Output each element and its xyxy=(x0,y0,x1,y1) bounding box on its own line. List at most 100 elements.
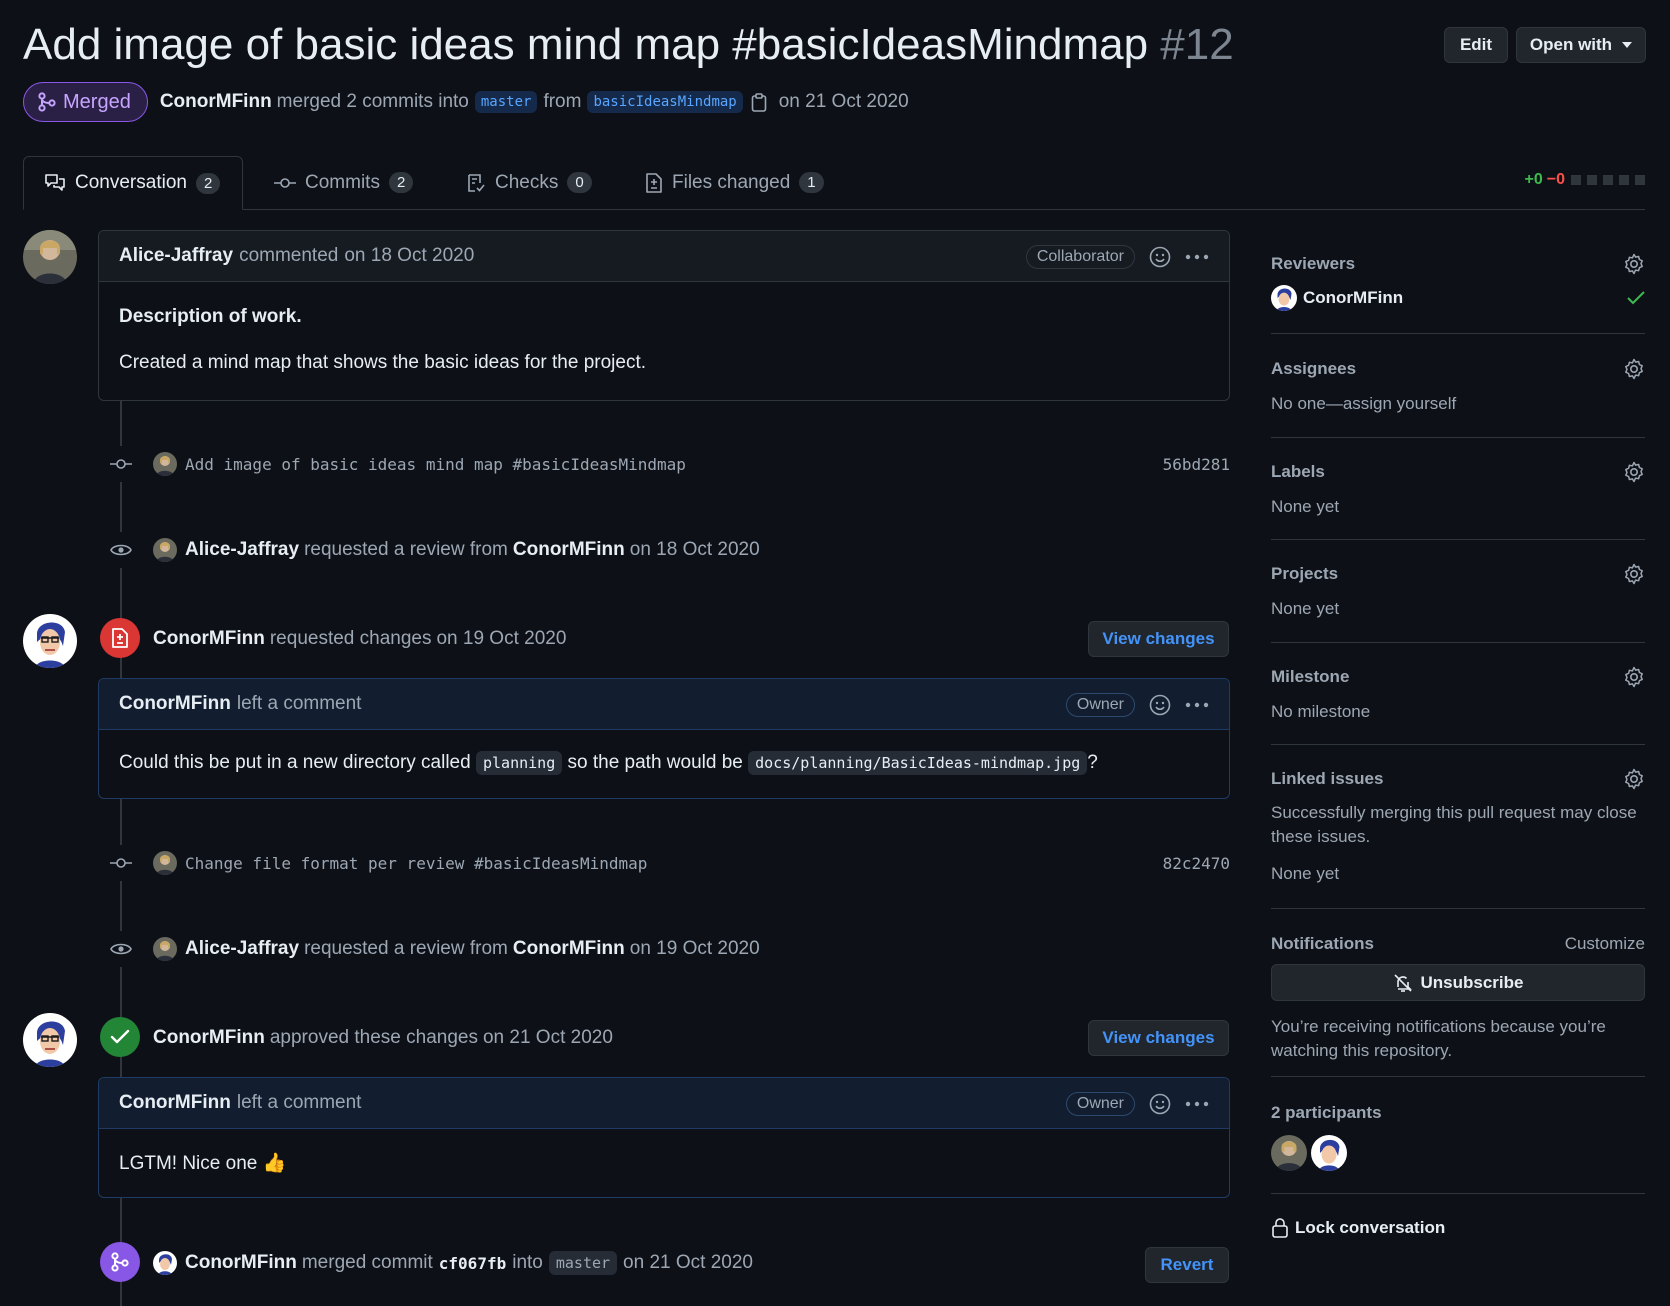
comment-header: ConorMFinn left a comment Owner xyxy=(99,1078,1229,1129)
head-branch[interactable]: basicIdeasMindmap xyxy=(587,91,743,113)
open-with-button[interactable]: Open with xyxy=(1516,27,1646,63)
base-branch[interactable]: master xyxy=(474,91,538,113)
gear-icon[interactable] xyxy=(1623,768,1645,790)
event-date-link[interactable]: on 18 Oct 2020 xyxy=(630,539,760,561)
avatar[interactable] xyxy=(153,851,177,875)
comment-author-link[interactable]: Alice-Jaffray xyxy=(119,245,233,267)
merge-row: ConorMFinn merged commit cf067fb into ma… xyxy=(153,1248,753,1278)
avatar[interactable] xyxy=(153,1251,177,1275)
avatar xyxy=(1271,285,1297,311)
tab-commits[interactable]: Commits 2 xyxy=(274,156,414,209)
check-icon xyxy=(100,1017,140,1057)
comment-date-link[interactable]: on 18 Oct 2020 xyxy=(344,245,474,267)
comment-body: Could this be put in a new directory cal… xyxy=(99,751,1229,775)
edit-button[interactable]: Edit xyxy=(1444,27,1508,63)
tab-conversation[interactable]: Conversation 2 xyxy=(23,156,244,210)
target-link[interactable]: ConorMFinn xyxy=(513,938,625,960)
role-badge: Collaborator xyxy=(1025,244,1135,269)
review-action: requested changes xyxy=(269,628,432,649)
smiley-icon[interactable] xyxy=(1149,694,1171,716)
avatar[interactable] xyxy=(153,937,177,961)
merge-sha-link[interactable]: cf067fb xyxy=(439,1254,506,1273)
status-label: Merged xyxy=(63,90,131,113)
avatar[interactable] xyxy=(1271,1135,1307,1171)
smiley-icon[interactable] xyxy=(1149,1093,1171,1115)
first-comment: Alice-Jaffray commented on 18 Oct 2020 C… xyxy=(98,230,1230,401)
commit-message-link[interactable]: Add image of basic ideas mind map #basic… xyxy=(185,455,686,474)
avatar[interactable] xyxy=(153,538,177,562)
section-title[interactable]: Milestone xyxy=(1271,667,1349,687)
section-title[interactable]: Reviewers xyxy=(1271,254,1355,274)
file-diff-icon xyxy=(645,172,663,193)
tab-label: Files changed xyxy=(672,171,791,193)
section-title[interactable]: Linked issues xyxy=(1271,769,1383,789)
kebab-horizontal-icon[interactable] xyxy=(1185,702,1209,708)
kebab-horizontal-icon[interactable] xyxy=(1185,1101,1209,1107)
commit-sha-link[interactable]: 56bd281 xyxy=(1163,455,1230,474)
gear-icon[interactable] xyxy=(1623,253,1645,275)
reviewer-link[interactable]: ConorMFinn xyxy=(153,1027,265,1049)
target-link[interactable]: ConorMFinn xyxy=(513,539,625,561)
merge-branch[interactable]: master xyxy=(548,1251,618,1275)
review-date-link[interactable]: on 21 Oct 2020 xyxy=(483,1027,613,1049)
gear-icon[interactable] xyxy=(1623,461,1645,483)
commit-sha-link[interactable]: 82c2470 xyxy=(1163,854,1230,873)
merge-author-link[interactable]: ConorMFinn xyxy=(160,91,272,113)
assign-yourself-link[interactable]: No one—assign yourself xyxy=(1271,392,1456,416)
reviewers-section: Reviewers ConorMFinn xyxy=(1271,228,1645,334)
view-changes-button[interactable]: View changes xyxy=(1088,621,1229,657)
section-title[interactable]: Projects xyxy=(1271,564,1338,584)
avatar[interactable] xyxy=(1311,1135,1347,1171)
review-date-link[interactable]: on 19 Oct 2020 xyxy=(436,628,566,650)
smiley-icon[interactable] xyxy=(1149,246,1171,268)
comment-body: Created a mind map that shows the basic … xyxy=(119,352,646,373)
revert-button[interactable]: Revert xyxy=(1145,1247,1229,1283)
reviewer-link[interactable]: ConorMFinn xyxy=(153,628,265,650)
body-text: Could this be put in a new directory cal… xyxy=(119,752,471,773)
notifications-description: You’re receiving notifications because y… xyxy=(1271,1017,1606,1060)
open-with-label: Open with xyxy=(1529,35,1613,54)
avatar[interactable] xyxy=(23,1013,77,1067)
eye-icon xyxy=(103,931,139,967)
view-changes-button[interactable]: View changes xyxy=(1088,1020,1229,1056)
gear-icon[interactable] xyxy=(1623,563,1645,585)
gear-icon[interactable] xyxy=(1623,666,1645,688)
actor-link[interactable]: Alice-Jaffray xyxy=(185,539,299,561)
pr-meta: Merged ConorMFinn merged 2 commits into … xyxy=(23,81,909,123)
comment-author-link[interactable]: ConorMFinn xyxy=(119,1092,231,1114)
bell-slash-icon xyxy=(1393,973,1413,993)
reviewer-name: ConorMFinn xyxy=(1303,288,1404,307)
gear-icon[interactable] xyxy=(1623,358,1645,380)
role-badge: Owner xyxy=(1065,1091,1135,1116)
avatar[interactable] xyxy=(23,614,77,668)
diffstat: +0 −0 xyxy=(1525,171,1645,189)
commit-message-link[interactable]: Change file format per review #basicIdea… xyxy=(185,854,647,873)
file-diff-icon xyxy=(100,618,140,658)
event-date-link[interactable]: on 21 Oct 2020 xyxy=(623,1252,753,1274)
git-merge-icon xyxy=(38,92,56,112)
tab-counter: 0 xyxy=(567,172,592,193)
comment-author-link[interactable]: ConorMFinn xyxy=(119,693,231,715)
merger-link[interactable]: ConorMFinn xyxy=(185,1252,297,1274)
inline-code: docs/planning/BasicIdeas-mindmap.jpg xyxy=(748,751,1088,775)
tab-files-changed[interactable]: Files changed 1 xyxy=(645,156,824,209)
comment-header: ConorMFinn left a comment Owner xyxy=(99,679,1229,730)
unsubscribe-button[interactable]: Unsubscribe xyxy=(1271,964,1645,1001)
review-comment: ConorMFinn left a comment Owner Could th… xyxy=(98,678,1230,799)
copy-icon[interactable] xyxy=(751,92,767,112)
commit-row: Change file format per review #basicIdea… xyxy=(153,850,1230,876)
actor-link[interactable]: Alice-Jaffray xyxy=(185,938,299,960)
section-title[interactable]: Labels xyxy=(1271,462,1325,482)
merged-text: merged 2 commits into xyxy=(276,91,469,112)
customize-link[interactable]: Customize xyxy=(1565,934,1645,954)
event-date-link[interactable]: on 19 Oct 2020 xyxy=(630,938,760,960)
kebab-horizontal-icon[interactable] xyxy=(1185,254,1209,260)
section-value: No milestone xyxy=(1271,702,1371,721)
git-commit-icon xyxy=(274,176,296,190)
reviewer-item[interactable]: ConorMFinn xyxy=(1271,285,1403,311)
tab-checks[interactable]: Checks 0 xyxy=(466,156,592,209)
lock-conversation-link[interactable]: Lock conversation xyxy=(1271,1218,1445,1238)
avatar[interactable] xyxy=(153,452,177,476)
avatar[interactable] xyxy=(23,230,77,284)
section-title[interactable]: Assignees xyxy=(1271,359,1356,379)
